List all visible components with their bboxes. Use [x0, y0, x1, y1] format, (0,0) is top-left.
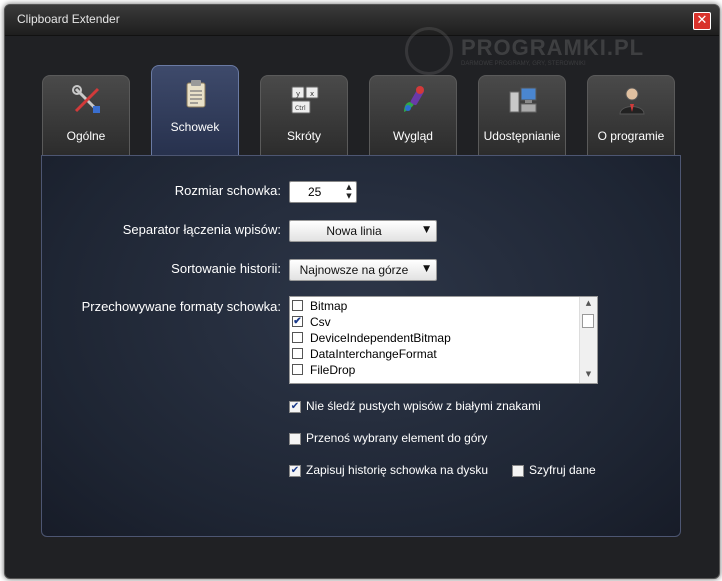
close-icon: ✕ — [696, 13, 708, 28]
ignore-whitespace-label: Nie śledź pustych wpisów z białymi znaka… — [306, 399, 541, 413]
tab-appearance[interactable]: Wygląd — [369, 75, 457, 155]
close-button[interactable]: ✕ — [693, 12, 711, 30]
format-name: Bitmap — [310, 299, 348, 313]
format-name: FileDrop — [310, 363, 356, 377]
tab-label: Schowek — [170, 120, 220, 134]
checkbox-box[interactable] — [512, 465, 524, 477]
stepper-up-icon[interactable]: ▲ — [344, 183, 354, 191]
chevron-down-icon: ▼ — [423, 264, 430, 274]
checkbox-box[interactable]: ✔ — [289, 465, 301, 477]
move-to-top-label: Przenoś wybrany element do góry — [306, 431, 488, 445]
checkbox-box[interactable]: ✔ — [289, 401, 301, 413]
user-icon — [619, 87, 645, 115]
sorting-dropdown[interactable]: Najnowsze na górze ▼ — [289, 259, 437, 281]
tab-label: Ogólne — [66, 129, 106, 143]
checkbox-box[interactable] — [289, 433, 301, 445]
tab-label: Skróty — [286, 129, 321, 143]
tab-about[interactable]: O programie — [587, 75, 675, 155]
format-name: DataInterchangeFormat — [310, 347, 437, 361]
watermark-logo: PROGRAMKI.PL DARMOWE PROGRAMY, GRY, STER… — [405, 27, 643, 77]
clipboard-settings-panel: Rozmiar schowka: 25 ▲ ▼ Separator łączen… — [41, 155, 681, 537]
tab-label: O programie — [597, 129, 665, 143]
clipboard-size-value[interactable]: 25 — [308, 185, 321, 199]
format-checkbox[interactable] — [292, 364, 303, 375]
sorting-label: Sortowanie historii: — [171, 261, 281, 276]
separator-value: Nowa linia — [326, 224, 382, 238]
app-window: Clipboard Extender PROGRAMKI.PL DARMOWE … — [4, 4, 720, 579]
format-checkbox[interactable] — [292, 332, 303, 343]
formats-scrollbar[interactable]: ▲ ▼ — [579, 297, 597, 383]
separator-label: Separator łączenia wpisów: — [122, 222, 281, 237]
formats-list[interactable]: Bitmap ✔ Csv DeviceIndependentBitmap Dat… — [289, 296, 598, 384]
scroll-thumb[interactable] — [582, 314, 594, 328]
format-name: Csv — [310, 315, 331, 329]
svg-text:x: x — [310, 90, 314, 98]
tab-shortcuts[interactable]: y x Ctrl Skróty — [260, 75, 348, 155]
network-icon — [509, 87, 537, 113]
separator-dropdown[interactable]: Nowa linia ▼ — [289, 220, 437, 242]
watermark-subtext: DARMOWE PROGRAMY, GRY, STEROWNIKI — [461, 61, 586, 67]
save-history-label: Zapisuj historię schowka na dysku — [306, 463, 489, 477]
tab-label: Udostępnianie — [483, 129, 561, 143]
tools-icon — [72, 85, 100, 113]
svg-text:Ctrl: Ctrl — [295, 105, 306, 112]
svg-text:y: y — [296, 90, 300, 98]
format-name: DeviceIndependentBitmap — [310, 331, 451, 345]
keyboard-icon: y x Ctrl — [291, 86, 319, 114]
encrypt-data-label: Szyfruj dane — [529, 463, 596, 477]
paint-icon — [404, 86, 424, 112]
window-title: Clipboard Extender — [17, 12, 120, 26]
format-checkbox[interactable] — [292, 300, 303, 311]
tab-clipboard[interactable]: Schowek — [151, 65, 239, 156]
watermark-text: PROGRAMKI.PL — [461, 35, 645, 60]
clipboard-size-stepper[interactable]: 25 ▲ ▼ — [289, 181, 357, 203]
format-checkbox[interactable]: ✔ — [292, 316, 303, 327]
stepper-down-icon[interactable]: ▼ — [344, 192, 354, 200]
tab-sharing[interactable]: Udostępnianie — [478, 75, 566, 155]
scroll-up-icon[interactable]: ▲ — [580, 299, 597, 307]
clipboard-size-label: Rozmiar schowka: — [174, 183, 281, 198]
tab-label: Wygląd — [393, 129, 433, 143]
scroll-down-icon[interactable]: ▼ — [580, 370, 597, 378]
sorting-value: Najnowsze na górze — [299, 263, 409, 277]
title-bar[interactable]: Clipboard Extender PROGRAMKI.PL DARMOWE … — [5, 5, 719, 75]
tab-general[interactable]: Ogólne — [42, 75, 130, 155]
formats-label: Przechowywane formaty schowka: — [81, 299, 281, 314]
clipboard-icon — [186, 80, 206, 108]
chevron-down-icon: ▼ — [423, 225, 430, 235]
format-checkbox[interactable] — [292, 348, 303, 359]
watermark-circle-icon — [405, 27, 453, 75]
